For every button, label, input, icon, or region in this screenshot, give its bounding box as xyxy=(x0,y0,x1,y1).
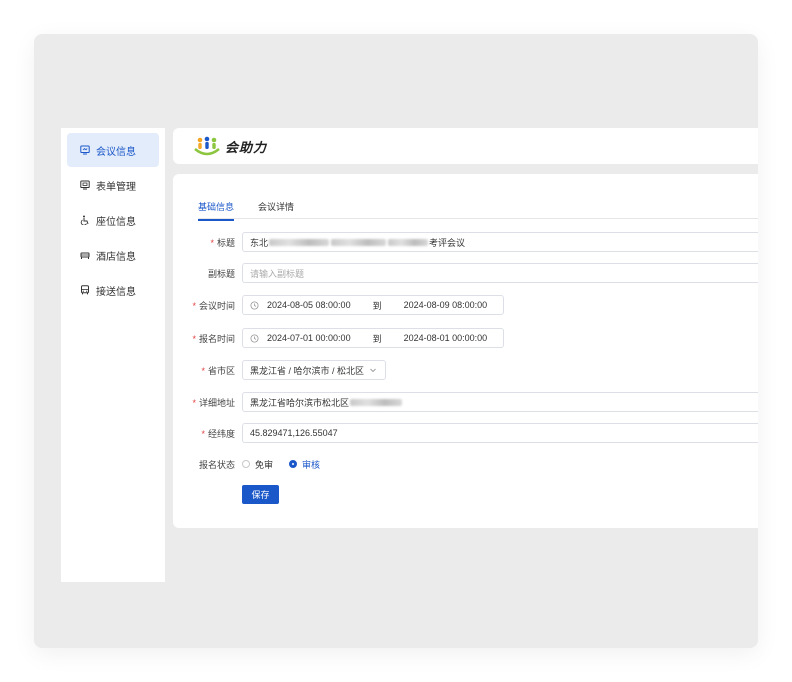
signup-time-label: * 报名时间 xyxy=(192,333,235,344)
meeting-icon xyxy=(80,145,90,155)
subtitle-label: 副标题 xyxy=(207,268,235,279)
form-row-title: * 标题 东北 考评会议 xyxy=(173,232,758,252)
save-button[interactable]: 保存 xyxy=(242,485,279,504)
sidebar-item-hotel-info[interactable]: 酒店信息 xyxy=(67,238,159,272)
signup-time-range-picker[interactable]: 2024-07-01 00:00:00 到 2024-08-01 00:00:0… xyxy=(242,328,504,348)
sidebar-item-label: 会议信息 xyxy=(96,146,136,158)
sidebar-item-label: 接送信息 xyxy=(96,286,136,298)
coords-input[interactable]: 45.829471,126.55047 xyxy=(242,423,758,443)
clock-icon xyxy=(250,300,259,310)
sidebar-item-label: 表单管理 xyxy=(96,181,136,193)
top-header: 会助力 xyxy=(173,128,758,164)
sidebar-item-transfer-info[interactable]: 接送信息 xyxy=(67,273,159,307)
clock-icon xyxy=(250,333,259,343)
title-label: * 标题 xyxy=(210,237,235,248)
radio-circle xyxy=(242,460,250,468)
form-row-subtitle: 副标题 请输入副标题 xyxy=(173,263,758,283)
sidebar-item-label: 座位信息 xyxy=(96,216,136,228)
signup-end-time[interactable]: 2024-08-01 00:00:00 xyxy=(404,333,488,343)
form-row-signup-status: 报名状态 免审 审核 xyxy=(173,454,758,474)
region-label: * 省市区 xyxy=(201,365,235,376)
redacted-text xyxy=(269,238,330,246)
tab-divider xyxy=(198,218,758,219)
form-row-address: * 详细地址 黑龙江省哈尔滨市松北区 xyxy=(173,392,758,412)
sidebar: 会议信息 表单管理 座位信息 酒店信息 接送信息 xyxy=(61,128,165,582)
sidebar-item-meeting-info[interactable]: 会议信息 xyxy=(67,133,159,167)
logo-mark-icon xyxy=(194,136,220,156)
radio-no-review[interactable]: 免审 xyxy=(242,458,273,471)
form-row-coords: * 经纬度 45.829471,126.55047 xyxy=(173,423,758,443)
form-row-region: * 省市区 黑龙江省 / 哈尔滨市 / 松北区 xyxy=(173,360,758,380)
sidebar-item-seat-info[interactable]: 座位信息 xyxy=(67,203,159,237)
subtitle-input[interactable]: 请输入副标题 xyxy=(242,263,758,283)
redacted-text xyxy=(350,398,403,406)
title-input[interactable]: 东北 考评会议 xyxy=(242,232,758,252)
range-separator: 到 xyxy=(372,300,382,311)
radio-review[interactable]: 审核 xyxy=(289,458,320,471)
app-logo[interactable]: 会助力 xyxy=(193,135,267,157)
address-label: * 详细地址 xyxy=(192,397,235,408)
meeting-time-range-picker[interactable]: 2024-08-05 08:00:00 到 2024-08-09 08:00:0… xyxy=(242,295,504,315)
hotel-icon xyxy=(80,250,90,260)
region-select[interactable]: 黑龙江省 / 哈尔滨市 / 松北区 xyxy=(242,360,386,380)
signup-status-label: 报名状态 xyxy=(198,459,235,470)
form-row-signup-time: * 报名时间 2024-07-01 00:00:00 到 2024-08-01 0… xyxy=(173,328,758,348)
address-input[interactable]: 黑龙江省哈尔滨市松北区 xyxy=(242,392,758,412)
logo-text: 会助力 xyxy=(225,139,268,155)
radio-circle xyxy=(289,460,298,468)
seat-icon xyxy=(80,215,90,225)
sidebar-item-label: 酒店信息 xyxy=(96,251,136,263)
form-icon xyxy=(80,180,90,190)
redacted-text xyxy=(331,238,387,246)
app-frame: 会议信息 表单管理 座位信息 酒店信息 接送信息 会助力 基础信息 会议详情 *… xyxy=(34,34,758,648)
meeting-time-label: * 会议时间 xyxy=(192,300,235,311)
range-separator: 到 xyxy=(372,333,382,344)
form-row-meeting-time: * 会议时间 2024-08-05 08:00:00 到 2024-08-09 0… xyxy=(173,295,758,315)
redacted-text xyxy=(388,238,429,246)
coords-label: * 经纬度 xyxy=(201,428,235,439)
status-radio-group: 免审 审核 xyxy=(242,454,336,474)
chevron-down-icon xyxy=(370,368,376,373)
bus-icon xyxy=(80,285,90,295)
form-card: 基础信息 会议详情 *标题 东北 考评会议 副标题 请输入副标题 *会议时间 xyxy=(173,174,758,528)
signup-start-time[interactable]: 2024-07-01 00:00:00 xyxy=(267,333,351,343)
meeting-end-time[interactable]: 2024-08-09 08:00:00 xyxy=(404,300,488,310)
meeting-start-time[interactable]: 2024-08-05 08:00:00 xyxy=(267,300,351,310)
sidebar-item-form-management[interactable]: 表单管理 xyxy=(67,168,159,202)
